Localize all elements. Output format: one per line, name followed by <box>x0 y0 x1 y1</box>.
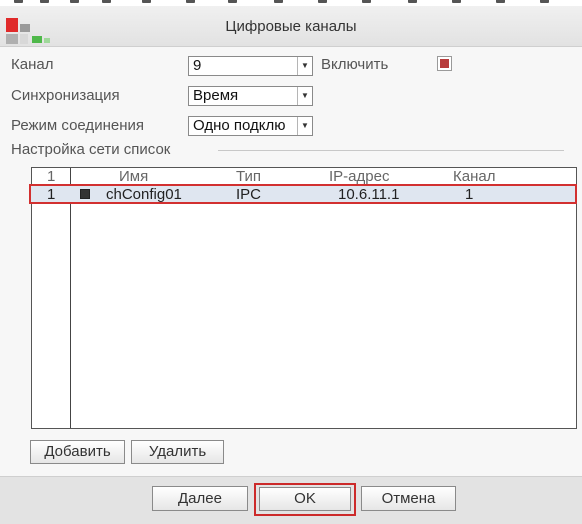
section-divider <box>218 150 564 151</box>
ok-button[interactable]: OK <box>259 487 351 511</box>
strip-mark <box>496 0 505 3</box>
strip-mark <box>408 0 417 3</box>
cancel-button[interactable]: Отмена <box>361 486 456 511</box>
column-header-channel[interactable]: Канал <box>453 168 495 185</box>
row-channel: 1 <box>465 186 474 203</box>
chevron-down-icon[interactable]: ▼ <box>297 57 312 75</box>
strip-mark <box>186 0 195 3</box>
index-column-divider <box>70 168 71 428</box>
title-bar: Цифровые каналы <box>0 6 582 47</box>
channel-select[interactable]: 9 ▼ <box>188 56 313 76</box>
strip-mark <box>102 0 111 3</box>
strip-mark <box>70 0 79 3</box>
sync-select-value: Время <box>193 87 239 104</box>
row-type: IPC <box>236 186 262 203</box>
mode-select[interactable]: Одно подклю ▼ <box>188 116 313 136</box>
column-header-name[interactable]: Имя <box>119 168 148 185</box>
delete-button[interactable]: Удалить <box>131 440 224 464</box>
enable-label: Включить <box>321 56 389 73</box>
add-button[interactable]: Добавить <box>30 440 125 464</box>
strip-mark <box>362 0 371 3</box>
row-name: chConfig01 <box>106 186 182 203</box>
strip-mark <box>540 0 549 3</box>
next-button[interactable]: Далее <box>152 486 248 511</box>
strip-mark <box>318 0 327 3</box>
strip-mark <box>228 0 237 3</box>
column-header-type[interactable]: Тип <box>236 168 261 185</box>
channel-select-value: 9 <box>193 57 202 74</box>
strip-mark <box>142 0 151 3</box>
enable-checkbox[interactable] <box>437 56 452 71</box>
digital-channels-window: Цифровые каналы Канал 9 ▼ Включить Синхр… <box>0 0 582 524</box>
sync-select[interactable]: Время ▼ <box>188 86 313 106</box>
channel-label: Канал <box>11 56 54 73</box>
section-title: Настройка сети список <box>11 141 171 158</box>
row-index: 1 <box>47 186 56 203</box>
chevron-down-icon[interactable]: ▼ <box>297 117 312 135</box>
window-title: Цифровые каналы <box>225 18 357 35</box>
strip-mark <box>40 0 49 3</box>
row-ip: 10.6.11.1 <box>338 186 400 203</box>
strip-mark <box>14 0 23 3</box>
checkbox-checked-mark <box>440 59 449 68</box>
network-list[interactable]: 1 Имя Тип IP-адрес Канал 1 chConfig01 IP… <box>29 167 577 429</box>
sync-label: Синхронизация <box>11 87 120 104</box>
column-header-ip[interactable]: IP-адрес <box>329 168 389 185</box>
strip-mark <box>452 0 461 3</box>
column-header-index[interactable]: 1 <box>47 168 55 185</box>
mode-label: Режим соединения <box>11 117 144 134</box>
mode-select-value: Одно подклю <box>193 117 286 134</box>
chevron-down-icon[interactable]: ▼ <box>297 87 312 105</box>
strip-mark <box>274 0 283 3</box>
row-checkbox[interactable] <box>80 189 90 199</box>
